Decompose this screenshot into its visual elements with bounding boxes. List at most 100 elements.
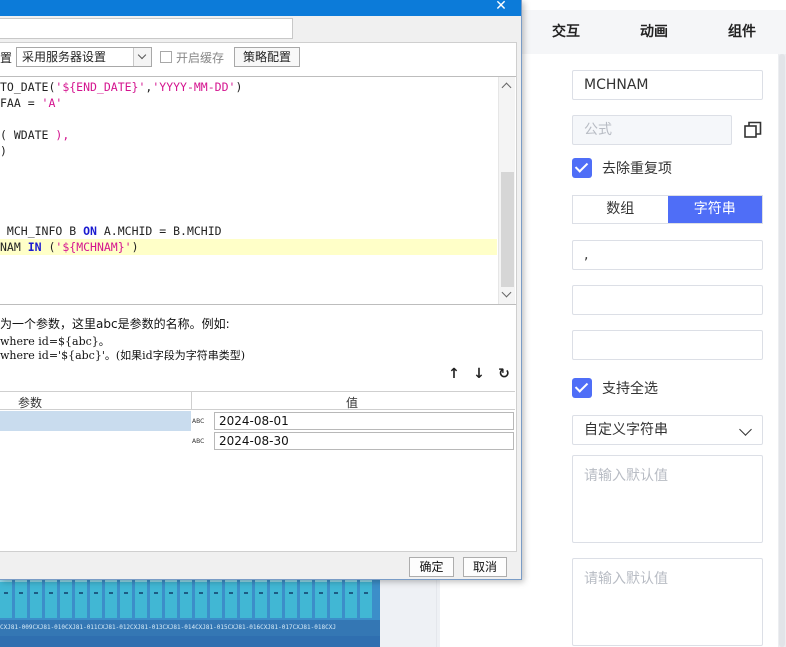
ok-button[interactable]: 确定: [409, 557, 454, 577]
preview-bar: [15, 580, 27, 618]
preview-bar: [195, 580, 207, 618]
bar-labels: CXJ81-009CXJ81-010CXJ81-011CXJ81-012CXJ8…: [0, 620, 380, 636]
dedupe-label: 去除重复项: [602, 161, 672, 177]
sql-editor[interactable]: TO_DATE('${END_DATE}','YYYY-MM-DD') FAA =…: [0, 76, 516, 305]
refresh-icon[interactable]: ↻: [497, 366, 511, 382]
code-token: 'YYYY-MM-DD': [152, 80, 236, 94]
preview-bar: [225, 580, 237, 618]
parameter-table-header: 参数 值: [0, 391, 515, 410]
editor-scrollbar[interactable]: [498, 77, 515, 304]
preview-bar: [60, 580, 72, 618]
scroll-down-icon[interactable]: [501, 287, 512, 298]
type-icon-label: ABC: [192, 418, 205, 425]
scroll-up-icon[interactable]: [501, 82, 512, 93]
tab-animation[interactable]: 动画: [610, 10, 698, 54]
value-type-value: 自定义字符串: [584, 422, 668, 438]
segment-array[interactable]: 数组: [573, 196, 668, 223]
cancel-button[interactable]: 取消: [463, 557, 507, 577]
param-name-cell[interactable]: [0, 411, 191, 431]
preview-bar: [90, 580, 102, 618]
cache-label: 开启缓存: [176, 50, 225, 65]
table-row[interactable]: ABC 2024-08-01: [0, 411, 515, 431]
scroll-thumb[interactable]: [501, 172, 514, 287]
property-panel: 交互 动画 组件 MCHNAM 公式 去除重复项 数组 字符串 , 支持全选 自…: [436, 0, 786, 647]
dialog-titlebar[interactable]: ✕: [0, 0, 521, 16]
code-line: FAA = 'A': [0, 95, 62, 111]
code-token: ),: [55, 128, 70, 142]
type-abc-icon[interactable]: ABC: [192, 412, 214, 430]
preview-bar: [30, 580, 42, 618]
formula-input[interactable]: 公式: [572, 115, 732, 145]
code-token: FAA =: [0, 96, 42, 110]
background-chart-preview: CXJ81-009CXJ81-010CXJ81-011CXJ81-012CXJ8…: [0, 580, 380, 647]
param-value-input[interactable]: 2024-08-01: [214, 412, 514, 430]
code-token: ): [235, 80, 243, 94]
preview-bar: [255, 580, 267, 618]
column-header-value: 值: [346, 396, 359, 410]
dedupe-checkbox-row[interactable]: 去除重复项: [572, 157, 672, 179]
preview-bar: [120, 580, 132, 618]
strategy-config-button[interactable]: 策略配置: [234, 47, 301, 67]
dialog-body: 置 采用服务器设置 开启缓存 策略配置 TO_DATE('${END_DATE}…: [0, 42, 517, 552]
default-value-textarea-2[interactable]: 请输入默认值: [572, 558, 763, 646]
code-token: IN: [27, 240, 42, 254]
arrow-down-icon[interactable]: ↓: [472, 366, 486, 382]
query-toolbar: 置 采用服务器设置 开启缓存 策略配置: [0, 45, 301, 69]
preview-bar: [285, 580, 297, 618]
param-value-input[interactable]: 2024-08-30: [214, 432, 514, 450]
panel-scrollbar[interactable]: [778, 54, 786, 647]
select-all-label: 支持全选: [602, 381, 658, 397]
preview-bar: [240, 580, 252, 618]
prefix-input[interactable]: [572, 285, 763, 315]
server-setting-value: 采用服务器设置: [22, 50, 107, 64]
code-token: TO_DATE(: [0, 80, 56, 94]
server-setting-select[interactable]: 采用服务器设置: [16, 47, 153, 67]
tab-interaction[interactable]: 交互: [522, 10, 610, 54]
bar-bottom-strip: [0, 636, 380, 647]
code-token: 'A': [41, 96, 63, 110]
background-gap: [380, 580, 440, 647]
panel-tabs: 交互 动画 组件: [522, 10, 786, 54]
help-example-line: where id='${abc}'。(如果id字段为字符串类型): [0, 349, 245, 362]
code-line: TO_DATE('${END_DATE}','YYYY-MM-DD'): [0, 79, 242, 95]
preview-bar: [0, 580, 12, 618]
preview-bar: [345, 580, 357, 618]
code-token: ): [131, 240, 139, 254]
default-value-textarea-1[interactable]: 请输入默认值: [572, 455, 763, 543]
preview-bar: [105, 580, 117, 618]
type-abc-icon[interactable]: ABC: [192, 432, 214, 450]
cache-checkbox[interactable]: [160, 51, 173, 63]
dataset-name-input[interactable]: [0, 18, 293, 39]
toolbar-label: 置: [0, 50, 13, 65]
select-all-checkbox[interactable]: [572, 378, 592, 398]
value-type-select[interactable]: 自定义字符串: [572, 415, 763, 445]
preview-bar: [315, 580, 327, 618]
code-token: MCH_INFO B: [0, 224, 84, 238]
select-all-checkbox-row[interactable]: 支持全选: [572, 377, 658, 399]
preview-bar: [165, 580, 177, 618]
code-token: (: [41, 240, 56, 254]
dedupe-checkbox[interactable]: [572, 158, 592, 178]
suffix-input[interactable]: [572, 330, 763, 360]
name-field[interactable]: MCHNAM: [572, 70, 763, 100]
chevron-down-icon: [739, 423, 752, 436]
code-line: NAM IN ('${MCHNAM}'): [0, 239, 497, 255]
code-token: A.MCHID = B.MCHID: [96, 224, 222, 238]
preview-bar: [270, 580, 282, 618]
preview-bar: [75, 580, 87, 618]
segment-string[interactable]: 字符串: [667, 196, 762, 223]
code-token: NAM: [0, 240, 28, 254]
param-name-cell[interactable]: [0, 431, 191, 451]
arrow-up-icon[interactable]: ↑: [447, 366, 461, 382]
code-token: '${END_DATE}': [55, 80, 146, 94]
bar-row: [0, 580, 380, 618]
cache-checkbox-row[interactable]: 开启缓存: [160, 49, 224, 66]
close-icon[interactable]: ✕: [492, 0, 510, 14]
preview-bar: [150, 580, 162, 618]
preview-bar: [300, 580, 312, 618]
chevron-down-icon[interactable]: [133, 48, 152, 66]
tab-component[interactable]: 组件: [698, 10, 786, 54]
copy-icon[interactable]: [744, 121, 762, 139]
separator-input[interactable]: ,: [572, 240, 763, 270]
table-row[interactable]: ABC 2024-08-30: [0, 431, 515, 451]
